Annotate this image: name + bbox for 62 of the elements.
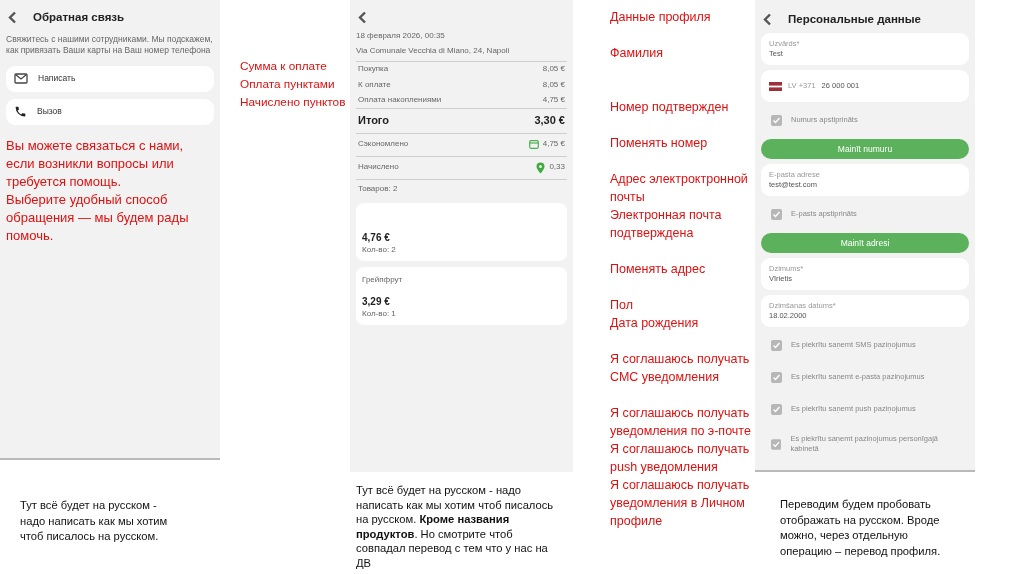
location-pin-icon xyxy=(536,161,546,174)
annotation-text: Вы можете связаться с нами, если возникли вопросы или требуется помощь. xyxy=(6,136,185,191)
row-value: 4,75 € xyxy=(542,94,565,106)
back-icon[interactable] xyxy=(8,10,17,24)
annotation-text: Фамилия xyxy=(610,45,665,62)
annotation-text: Данные профиля xyxy=(610,9,712,26)
row-value: 0,33 xyxy=(549,162,565,173)
checkbox[interactable] xyxy=(771,209,782,220)
product-card[interactable]: Грейпфрут 3,29 € Кол-во: 1 xyxy=(356,266,567,325)
store-address: Via Comunale Vecchia di Miano, 24, Napoli xyxy=(356,45,511,57)
items-count: Товаров: 2 xyxy=(358,183,398,195)
row-value: 4,75 € xyxy=(542,139,565,150)
row-label: Сэкономлено xyxy=(358,139,409,150)
product-name: Грейпфрут xyxy=(362,274,404,286)
product-price: 4,76 € xyxy=(362,231,391,245)
annotation-text: Я соглашаюсь получать уведомления в Личном профиле xyxy=(610,477,751,530)
row-label: Оплата накоплениями xyxy=(358,94,442,106)
screen-title: Персональные данные xyxy=(788,13,921,25)
phone-icon xyxy=(14,105,27,119)
checkbox[interactable] xyxy=(771,438,782,450)
checkbox[interactable] xyxy=(771,404,782,415)
annotation-text: Дата рождения xyxy=(610,315,700,332)
row-value: 8,05 € xyxy=(542,79,565,91)
receipt-date: 18 февраля 2026, 00:35 xyxy=(356,31,446,42)
annotation-text: Пол xyxy=(610,297,634,314)
checkbox[interactable] xyxy=(771,372,782,383)
annotation-text: Я соглашаюсь получать уведомления по э-почте xyxy=(610,405,752,440)
product-price: 3,29 € xyxy=(362,295,391,309)
annotation-text: Выберите удобный способ обращения — мы будем рады помочь. xyxy=(6,190,190,245)
annotation-text: Сумма к оплате xyxy=(240,58,328,75)
annotation-text: Адрес электроктронной почты xyxy=(610,171,749,206)
description-text: Свяжитесь с нашими сотрудниками. Мы подскажем, как привязать Ваши карты на Ваш номер телефона xyxy=(6,34,214,57)
contact-option[interactable]: Вызов xyxy=(6,98,214,125)
annotation-text: Начислено пунктов xyxy=(240,94,347,111)
row-value: 8,05 € xyxy=(542,64,565,75)
product-quantity: Кол-во: 2 xyxy=(362,244,397,256)
annotation-text: Номер подтвержден xyxy=(610,99,730,116)
product-quantity: Кол-во: 1 xyxy=(362,308,397,320)
note-text: Тут всё будет на русском - надо написать как мы хотим чтоб писалось на русском. Кроме названия продуктов. Но смотрите чтоб совпадал перевод с тем что у нас на ДВ xyxy=(356,483,554,571)
mail-icon xyxy=(14,73,28,85)
row-label: Начислено xyxy=(358,162,399,173)
checkbox[interactable] xyxy=(771,115,782,126)
row-value: 3,30 € xyxy=(534,113,565,128)
note-text: Тут всё будет на русском - надо написать как мы хотим чтоб писалось на русском. xyxy=(20,498,169,544)
annotation-text: Поменять адрес xyxy=(610,261,707,278)
card-icon xyxy=(528,140,539,150)
back-icon[interactable] xyxy=(358,10,367,24)
flag-icon xyxy=(769,81,782,91)
row-label: Покупка xyxy=(358,64,389,75)
annotation-text: Поменять номер xyxy=(610,135,709,152)
back-icon[interactable] xyxy=(763,12,772,26)
annotation-text: Я соглашаюсь получать push уведомления xyxy=(610,441,751,476)
contact-option[interactable]: Написать xyxy=(6,65,214,92)
annotation-text: Оплата пунктами xyxy=(240,76,336,93)
annotation-text: Я соглашаюсь получать СМС уведомления xyxy=(610,351,751,386)
product-card[interactable]: 4,76 € Кол-во: 2 xyxy=(356,202,567,261)
screen-title: Обратная связь xyxy=(33,11,125,23)
row-label: Итого xyxy=(358,113,390,128)
annotation-text: Электронная почта подтверждена xyxy=(610,207,723,242)
note-text: Переводим будем пробовать отображать на русском. Вроде можно, через отдельную операцию – перевод профиля. xyxy=(780,497,942,559)
row-label: К оплате xyxy=(358,79,391,91)
checkbox[interactable] xyxy=(771,340,782,351)
